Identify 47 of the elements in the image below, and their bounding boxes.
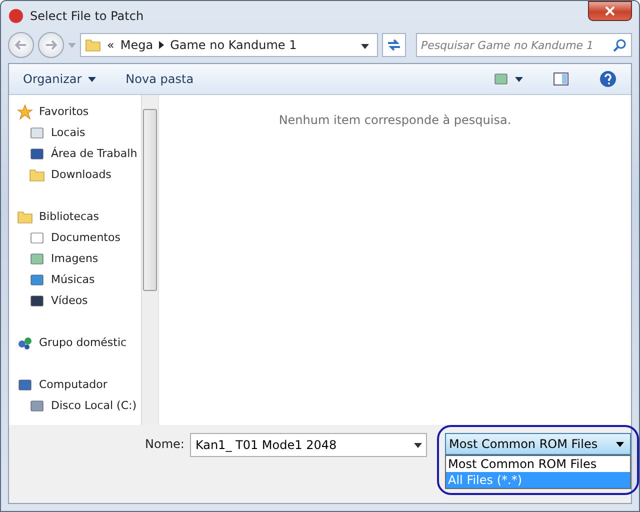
star-icon	[17, 104, 33, 120]
sidebar-item[interactable]: Computador	[9, 374, 141, 395]
organize-menu-button[interactable]: Organizar	[19, 70, 100, 88]
caret-icon	[616, 442, 624, 446]
breadcrumb-segment[interactable]: Game no Kandume 1	[170, 38, 297, 52]
library-folder-icon	[17, 208, 33, 224]
chevron-icon	[159, 41, 164, 49]
sidebar-item[interactable]: Grupo doméstic	[9, 332, 141, 353]
empty-message: Nenhum item corresponde à pesquisa.	[278, 113, 512, 127]
caret-icon	[414, 442, 422, 448]
close-button[interactable]	[588, 1, 632, 21]
sidebar-item[interactable]: Imagens	[9, 248, 141, 269]
breadcrumb-overflow[interactable]: «	[107, 38, 114, 52]
file-type-dropdown[interactable]: Most Common ROM Files	[445, 433, 631, 455]
forward-arrow-icon	[45, 40, 57, 50]
filename-combo-box[interactable]: Kan1_ T01 Mode1 2048	[190, 433, 427, 457]
caret-icon	[68, 42, 76, 48]
folder-icon	[85, 37, 101, 53]
network-icon	[17, 334, 33, 350]
breadcrumb-segment[interactable]: Mega	[120, 38, 154, 52]
caret-icon	[88, 76, 96, 82]
new-folder-button[interactable]: Nova pasta	[122, 70, 198, 88]
search-icon	[613, 38, 627, 52]
pane-icon	[553, 71, 569, 87]
sidebar-item[interactable]: Documentos	[9, 227, 141, 248]
refresh-icon	[386, 38, 402, 52]
scrollbar[interactable]	[141, 95, 158, 425]
filename-label: Nome:	[145, 437, 184, 451]
sidebar-item[interactable]: Locais	[9, 122, 141, 143]
sidebar-item[interactable]: Músicas	[9, 269, 141, 290]
sidebar-item[interactable]: Área de Trabalh	[9, 143, 141, 164]
search-field[interactable]: Pesquisar Game no Kandume 1	[416, 33, 632, 57]
downloads-folder-icon	[29, 166, 45, 182]
sidebar-item[interactable]: Downloads	[9, 164, 141, 185]
caret-icon	[361, 44, 369, 49]
back-arrow-icon	[15, 40, 27, 50]
sidebar-item[interactable]: Vídeos	[9, 290, 141, 311]
refresh-button[interactable]	[382, 33, 406, 57]
app-logo-icon	[8, 8, 24, 24]
address-bar[interactable]: « Mega Game no Kandume 1	[80, 33, 378, 57]
close-icon	[605, 6, 615, 16]
help-icon	[599, 70, 617, 88]
caret-icon	[515, 76, 523, 82]
sidebar-item[interactable]: Favoritos	[9, 101, 141, 122]
sidebar-item[interactable]: Bibliotecas	[9, 206, 141, 227]
sidebar-item[interactable]: Disco Local (C:)	[9, 395, 141, 416]
window-title: Select File to Patch	[30, 9, 145, 23]
